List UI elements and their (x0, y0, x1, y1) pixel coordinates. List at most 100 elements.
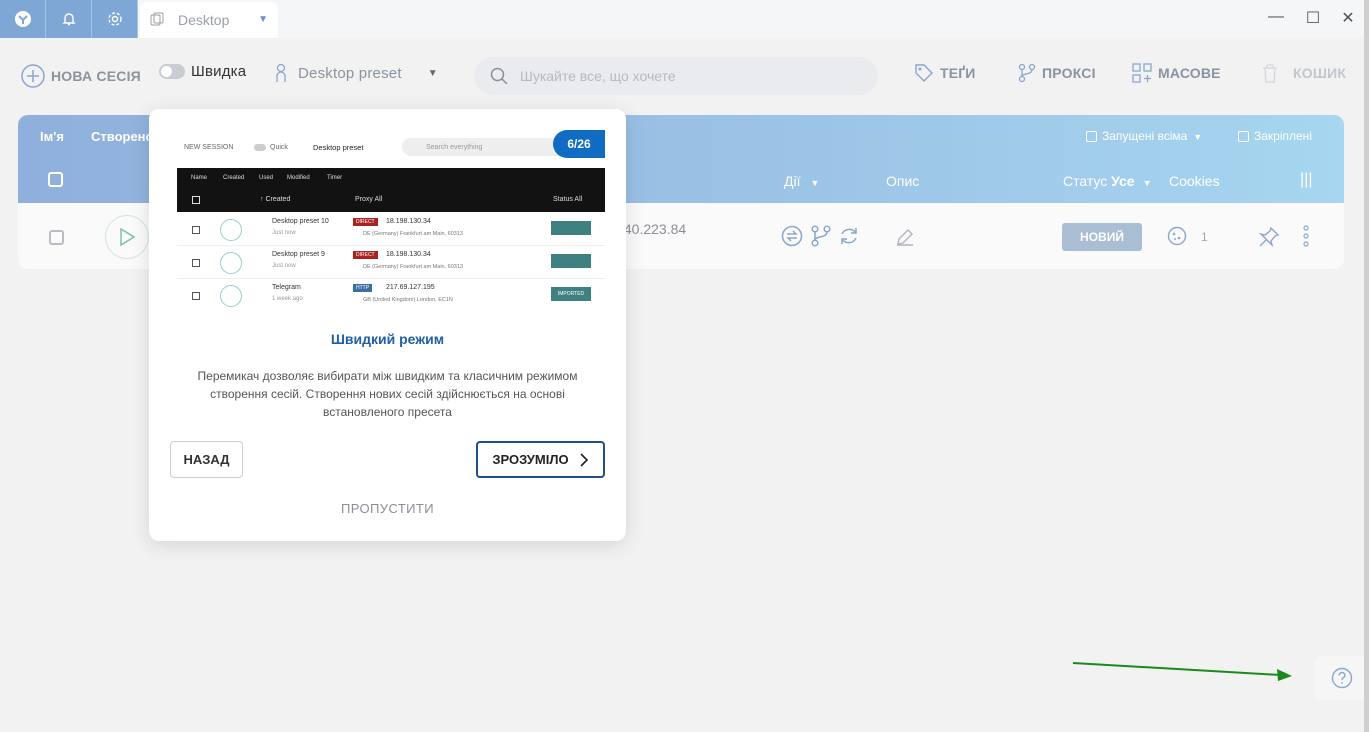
quick-label: Швидка (191, 63, 247, 80)
filter-pinned[interactable]: Закріплені (1238, 129, 1312, 143)
logo-icon[interactable] (0, 0, 46, 38)
proxy-icon[interactable] (810, 225, 832, 252)
preview-row-time: Just now (272, 230, 296, 236)
preset-select[interactable]: Desktop preset ▼ (274, 63, 438, 83)
filter-running-all[interactable]: Запущені всіма ▼ (1086, 129, 1202, 143)
pinned-checkbox[interactable] (1238, 131, 1249, 143)
chevron-down-icon: ▼ (427, 67, 438, 79)
proxy-icon (1018, 63, 1036, 83)
preview-loc: GB (United Kingdom) London, EC1N (363, 297, 453, 303)
minimize-icon[interactable]: — (1266, 8, 1286, 30)
proxy-label: ПРОКСІ (1042, 65, 1096, 81)
preview-status: IMPORTED (551, 287, 591, 301)
app-icon-group (0, 0, 138, 38)
tab-desktop[interactable]: Desktop ▼ (140, 2, 278, 38)
preview-checkbox (192, 196, 200, 204)
bulk-label: МАСОВЕ (1158, 65, 1221, 81)
search-input[interactable] (520, 68, 850, 84)
bell-icon[interactable] (46, 0, 92, 38)
preview-preset: Desktop preset (313, 143, 364, 152)
cookie-icon[interactable] (1167, 226, 1187, 251)
column-name[interactable]: Ім'я (40, 129, 64, 144)
proxy-ip: .40.223.84 (620, 221, 687, 237)
column-status[interactable]: Статус Усе ▼ (1063, 173, 1151, 189)
tab-dropdown-icon[interactable]: ▼ (258, 14, 268, 25)
annotation-arrow (1072, 662, 1292, 681)
proxy-button[interactable]: ПРОКСІ (1018, 63, 1096, 83)
tags-label: ТЕҐИ (940, 65, 976, 81)
skip-link[interactable]: ПРОПУСТИТИ (149, 501, 626, 516)
new-session-button[interactable]: НОВА СЕСІЯ (21, 64, 141, 88)
preview-row: Desktop preset 9 Just now DIRECT 18.198.… (177, 246, 605, 279)
pinned-label: Закріплені (1254, 129, 1312, 143)
edit-pencil-icon[interactable] (895, 227, 915, 252)
tag-icon (915, 64, 933, 82)
got-it-button[interactable]: ЗРОЗУМІЛО (476, 441, 605, 478)
preview-proxy-type: DIRECT (353, 251, 378, 259)
status-label: Статус (1063, 173, 1108, 189)
preview-tab: Created (223, 175, 245, 181)
maximize-icon[interactable]: ☐ (1303, 8, 1323, 30)
help-button[interactable] (1314, 656, 1369, 700)
toggle-switch[interactable] (159, 64, 185, 79)
search-bar[interactable] (474, 57, 878, 95)
preview-row-name: Telegram (272, 284, 301, 291)
preview-row-time: Just now (272, 263, 296, 269)
swap-icon[interactable] (781, 225, 803, 252)
running-all-checkbox[interactable] (1086, 131, 1097, 143)
quick-toggle[interactable]: Швидка (159, 63, 246, 80)
popover-description: Перемикач дозволяє вибирати між швидким … (197, 369, 578, 419)
actions-label: Дії (784, 173, 801, 189)
preview-row-name: Desktop preset 9 (272, 251, 325, 258)
chevron-down-icon: ▼ (1142, 178, 1152, 188)
row-checkbox[interactable] (49, 230, 64, 245)
window-edge (1364, 0, 1369, 732)
preview-col-status: Status All (553, 196, 583, 203)
column-cookies[interactable]: Cookies (1169, 173, 1220, 189)
play-button[interactable] (105, 215, 149, 259)
status-badge: НОВИЙ (1062, 223, 1142, 251)
column-description[interactable]: Опис (886, 173, 919, 189)
tags-button[interactable]: ТЕҐИ (914, 63, 976, 83)
settings-gear-icon[interactable] (92, 0, 138, 38)
title-bar: Desktop ▼ — ☐ ✕ (0, 0, 1369, 38)
toolbar: НОВА СЕСІЯ Швидка Desktop preset ▼ ТЕҐИ … (0, 38, 1369, 114)
preview-col-created: ↑ Created (260, 196, 291, 203)
preview-quick: Quick (270, 144, 288, 151)
copy-icon (150, 12, 164, 29)
preview-loc: DE (Germany) Frankfurt am Main, 60313 (363, 231, 463, 237)
onboarding-popover: NEW SESSION Quick Desktop preset Search … (149, 109, 626, 541)
chevron-right-icon (580, 452, 588, 467)
column-created[interactable]: Створено (91, 129, 153, 144)
back-button[interactable]: НАЗАД (170, 441, 243, 478)
close-icon[interactable]: ✕ (1338, 8, 1358, 30)
preview-proxy-type: HTTP (353, 284, 373, 292)
refresh-icon[interactable] (838, 225, 860, 252)
preview-ip: 18.198.130.34 (386, 251, 431, 258)
preview-tab: Used (259, 175, 274, 181)
preview-tab: Name (191, 175, 208, 181)
tab-label: Desktop (178, 12, 230, 28)
trash-button[interactable]: КОШИК (1261, 63, 1346, 83)
select-all-checkbox[interactable] (48, 172, 63, 187)
step-counter: 6/26 (553, 130, 605, 158)
preview-toolbar: NEW SESSION Quick Desktop preset Search … (170, 130, 605, 166)
search-icon (490, 67, 508, 85)
running-all-label: Запущені всіма (1102, 129, 1188, 143)
preview-row: Desktop preset 10 Just now DIRECT 18.198… (177, 213, 605, 246)
pin-icon[interactable] (1258, 226, 1280, 253)
preview-proxy-type: DIRECT (353, 218, 378, 226)
chevron-down-icon: ▼ (1193, 132, 1203, 142)
more-vertical-icon[interactable] (1302, 225, 1310, 252)
preset-icon (276, 63, 286, 82)
bulk-grid-icon (1132, 63, 1152, 83)
preview-col-proxy: Proxy All (355, 196, 383, 203)
preview-loc: DE (Germany) Frankfurt am Main, 60313 (363, 264, 463, 270)
got-it-label: ЗРОЗУМІЛО (492, 452, 569, 467)
bulk-button[interactable]: МАСОВЕ (1132, 63, 1221, 83)
column-actions[interactable]: Дії ▼ (784, 173, 819, 189)
preview-row-name: Desktop preset 10 (272, 218, 329, 225)
trash-label: КОШИК (1293, 65, 1347, 81)
columns-icon[interactable]: ||| (1300, 171, 1312, 189)
preview-tab: Modified (287, 175, 310, 181)
